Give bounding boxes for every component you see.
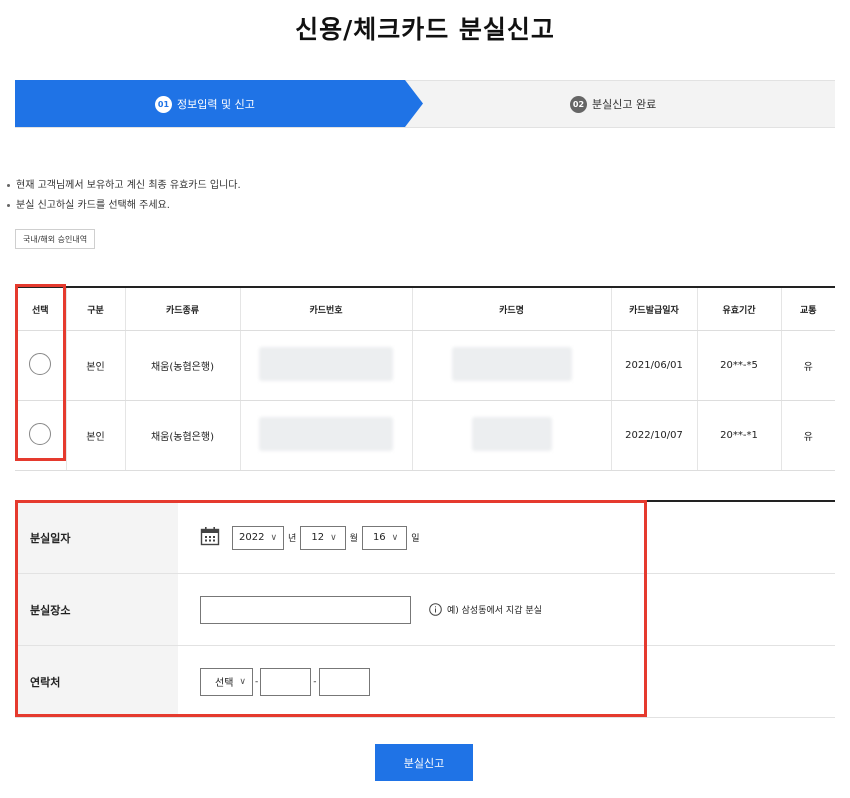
cell-transit: 유 bbox=[780, 400, 835, 471]
card-name-masked bbox=[451, 347, 572, 381]
page-title: 신용/체크카드 분실신고 bbox=[295, 15, 555, 44]
card-name-masked bbox=[471, 417, 552, 451]
table-row: 본인 채움(농협은행) 2021/06/01 20**-*5 유 bbox=[15, 330, 835, 401]
col-card-kind: 카드종류 bbox=[124, 286, 240, 331]
col-card-number: 카드번호 bbox=[239, 286, 412, 331]
approval-history-button[interactable]: 국내/해외 승인내역 bbox=[15, 229, 96, 249]
step-2-label: 분실신고 완료 bbox=[592, 98, 657, 111]
step-2-number: 02 bbox=[570, 95, 587, 113]
notice-list: 현재 고객님께서 보유하고 계신 최종 유효카드 입니다. 분실 신고하실 카드… bbox=[5, 176, 241, 216]
cell-issue-date: 2022/10/07 bbox=[610, 400, 697, 471]
card-number-masked bbox=[259, 417, 393, 451]
report-loss-button[interactable]: 분실신고 bbox=[375, 744, 473, 781]
cell-transit: 유 bbox=[780, 330, 835, 401]
cell-card-kind: 채움(농협은행) bbox=[124, 330, 240, 401]
col-card-name: 카드명 bbox=[411, 286, 611, 331]
cell-card-kind: 채움(농협은행) bbox=[124, 400, 240, 471]
table-header-row: 선택 구분 카드종류 카드번호 카드명 카드발급일자 유효기간 교통 bbox=[15, 286, 835, 331]
cell-expiry: 20**-*5 bbox=[696, 330, 781, 401]
cell-issue-date: 2021/06/01 bbox=[610, 330, 697, 401]
form-highlight bbox=[15, 500, 647, 717]
progress-steps: 01 정보입력 및 신고 02 분실신고 완료 bbox=[15, 80, 835, 128]
step-1: 01 정보입력 및 신고 bbox=[155, 81, 255, 127]
cell-type: 본인 bbox=[65, 330, 125, 401]
col-type: 구분 bbox=[65, 286, 125, 331]
step-2: 02 분실신고 완료 bbox=[570, 81, 656, 127]
cell-expiry: 20**-*1 bbox=[696, 400, 781, 471]
col-transit: 교통 bbox=[780, 286, 835, 331]
select-column-highlight bbox=[15, 284, 66, 461]
notice-item: 분실 신고하실 카드를 선택해 주세요. bbox=[5, 196, 241, 216]
col-expiry: 유효기간 bbox=[696, 286, 781, 331]
cell-type: 본인 bbox=[65, 400, 125, 471]
card-number-masked bbox=[259, 347, 393, 381]
table-row: 본인 채움(농협은행) 2022/10/07 20**-*1 유 bbox=[15, 400, 835, 471]
step-1-number: 01 bbox=[155, 95, 172, 113]
card-table: 선택 구분 카드종류 카드번호 카드명 카드발급일자 유효기간 교통 본인 채움… bbox=[15, 286, 835, 471]
notice-item: 현재 고객님께서 보유하고 계신 최종 유효카드 입니다. bbox=[5, 176, 241, 196]
step-1-label: 정보입력 및 신고 bbox=[177, 98, 255, 111]
col-issue-date: 카드발급일자 bbox=[610, 286, 697, 331]
